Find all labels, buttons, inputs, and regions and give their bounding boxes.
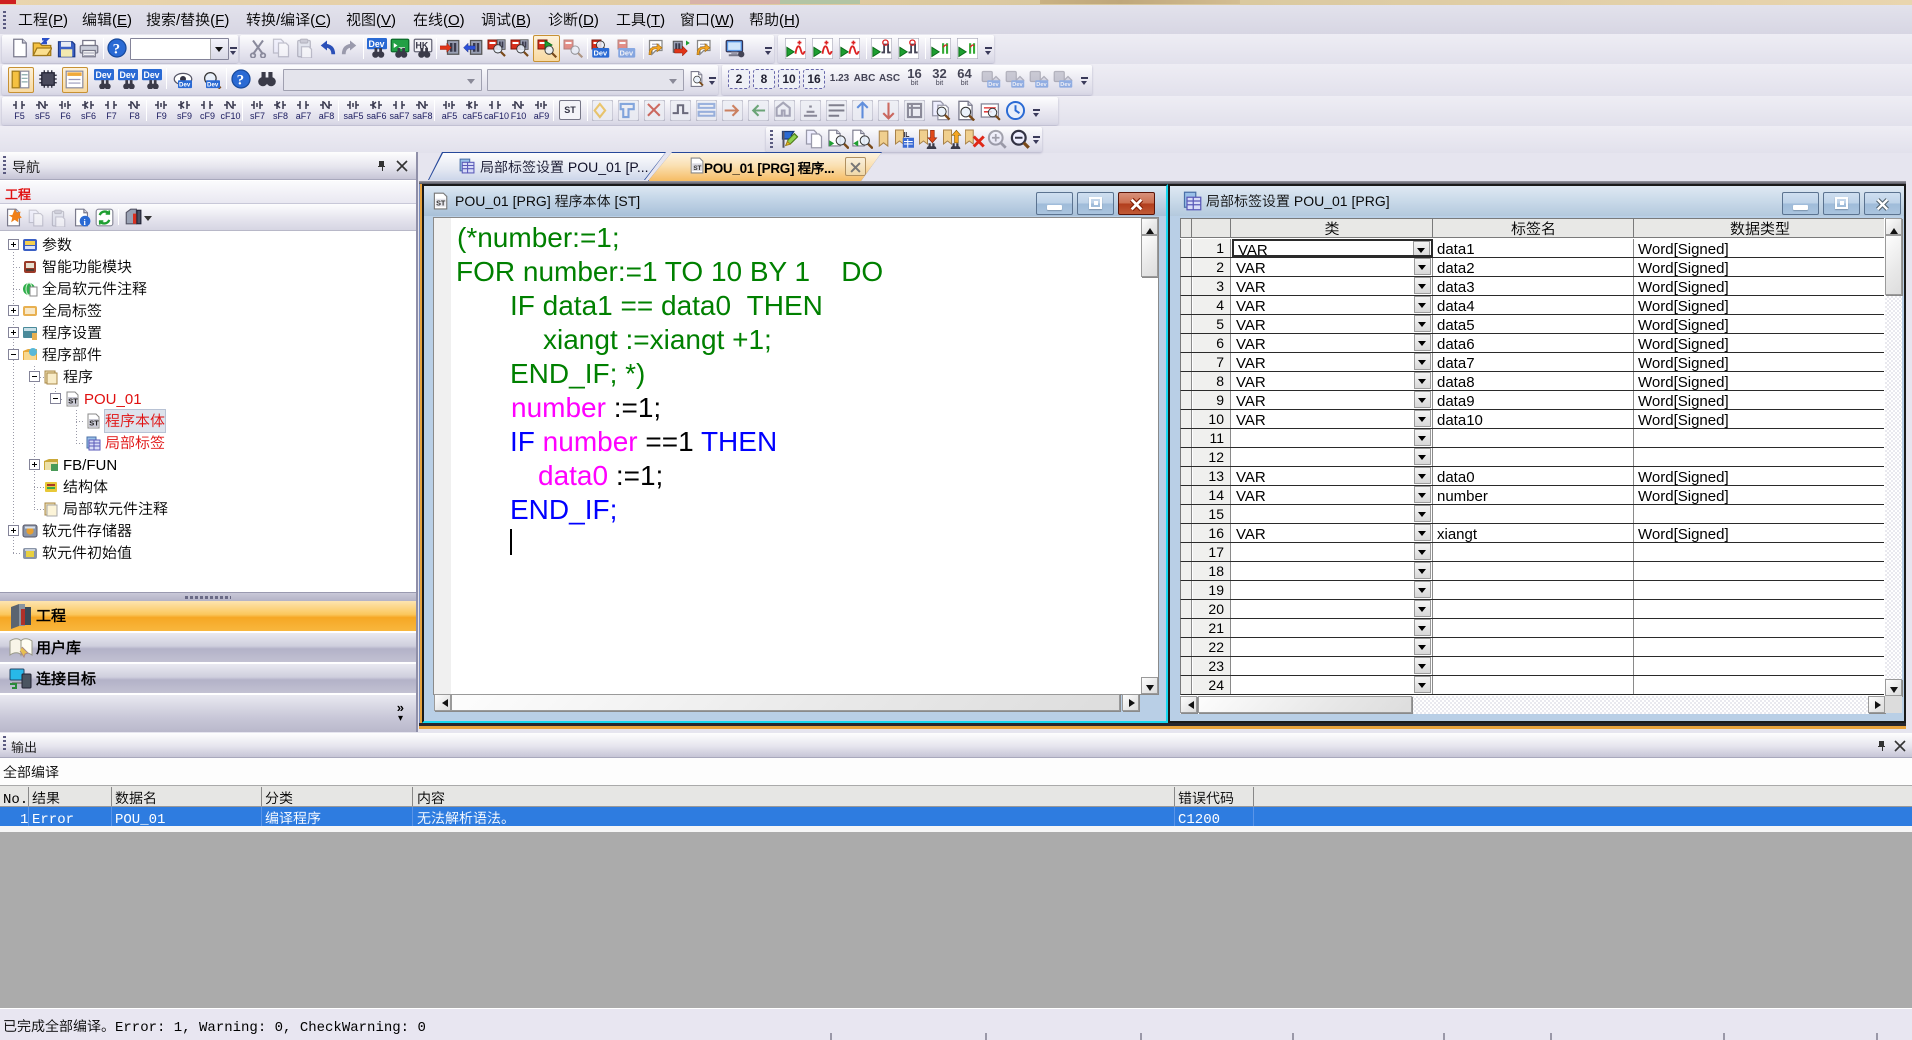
svg-text:ST: ST [89,418,99,429]
svg-text:ST: ST [436,199,446,209]
svg-text:ST: ST [68,396,78,407]
svg-text:ST: ST [693,163,701,172]
svg-text:IL: IL [903,129,909,139]
